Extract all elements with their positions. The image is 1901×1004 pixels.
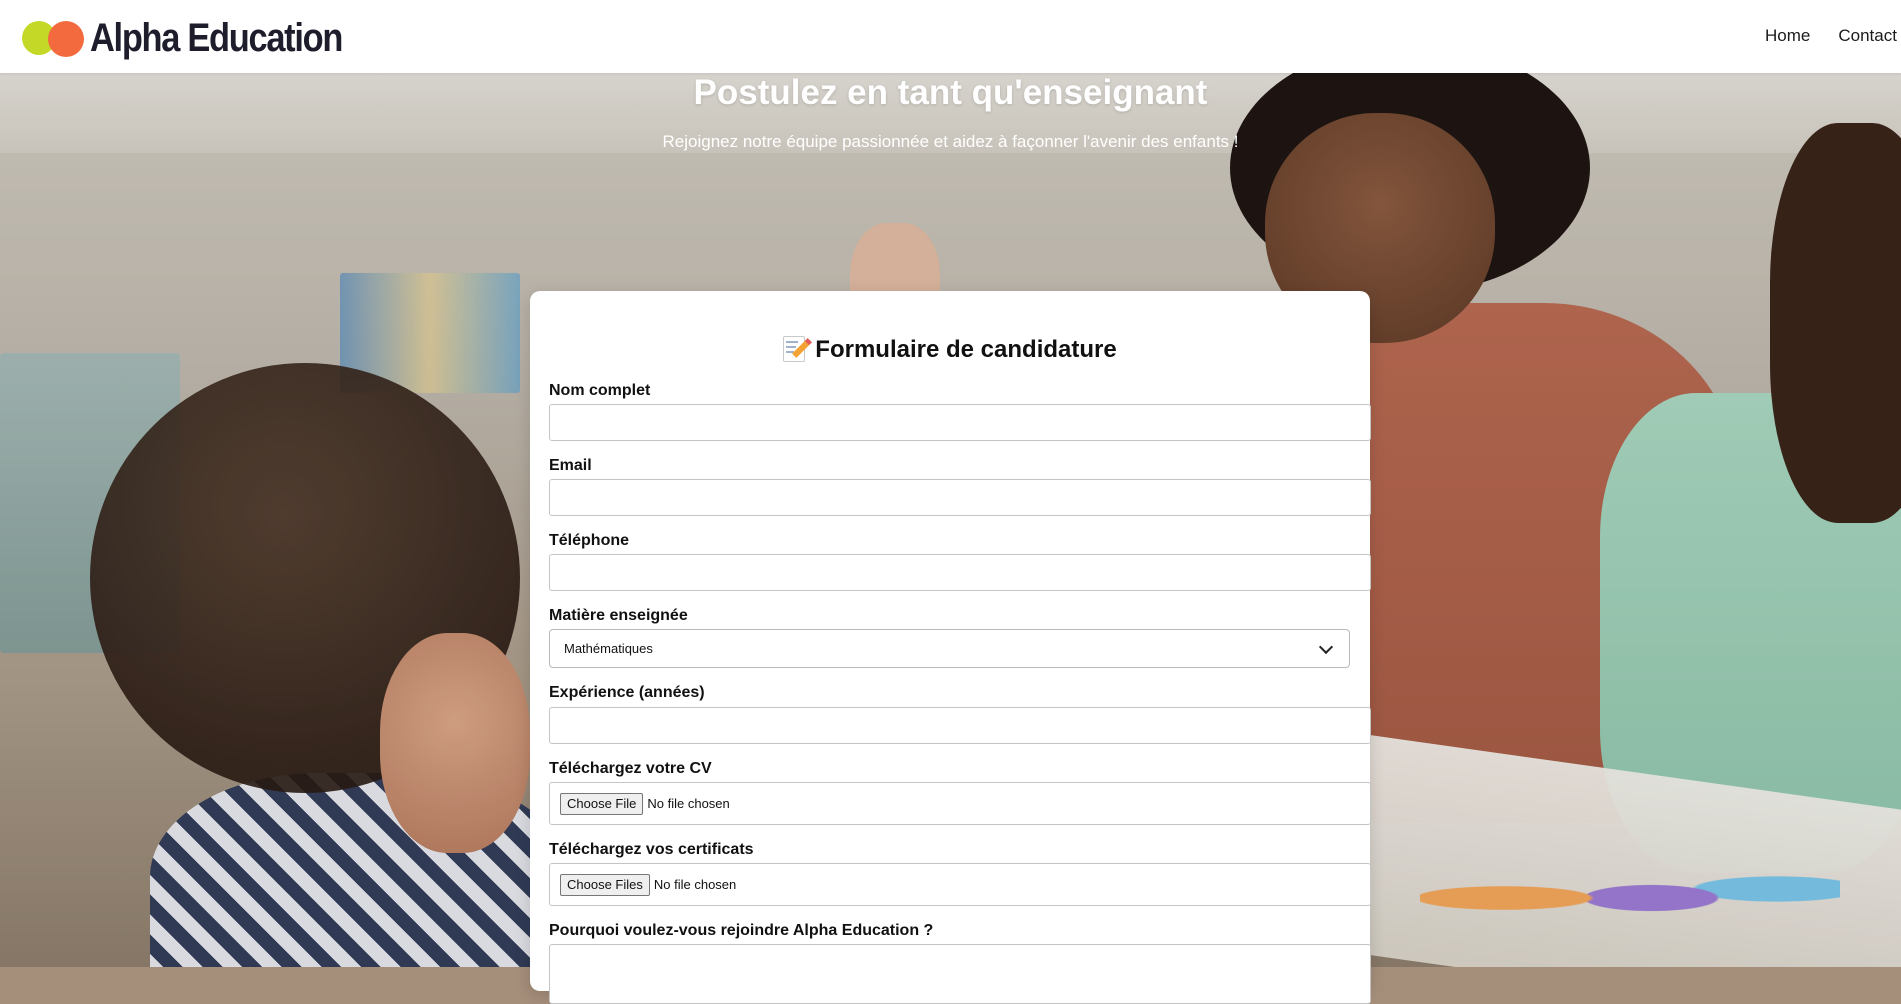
name-label: Nom complet xyxy=(549,382,651,399)
hero-title: Postulez en tant qu'enseignant xyxy=(693,73,1208,112)
email-label: Email xyxy=(549,457,592,474)
brand-name: Alpha Education xyxy=(90,15,343,60)
logo-mark-icon xyxy=(22,19,86,57)
nav-link-home[interactable]: Home xyxy=(1765,26,1810,46)
phone-field[interactable] xyxy=(549,554,1371,591)
phone-label: Téléphone xyxy=(549,532,630,549)
cv-file-status: No file chosen xyxy=(647,796,730,811)
form-title-text: Formulaire de candidature xyxy=(815,336,1117,363)
certificates-choose-files-button[interactable]: Choose Files xyxy=(560,873,650,896)
hero-subtitle: Rejoignez notre équipe passionnée et aid… xyxy=(662,132,1239,151)
cv-choose-file-button[interactable]: Choose File xyxy=(560,792,644,815)
name-field[interactable] xyxy=(549,404,1371,441)
cv-upload: Choose File No file chosen xyxy=(549,782,1371,825)
application-form: Formulaire de candidature Nom complet Em… xyxy=(530,291,1371,1004)
experience-label: Expérience (années) xyxy=(549,684,705,701)
certificates-upload: Choose Files No file chosen xyxy=(549,863,1371,906)
chevron-down-icon xyxy=(1318,639,1334,654)
cv-label: Téléchargez votre CV xyxy=(549,760,712,777)
main-nav: Home Contact u xyxy=(1765,26,1901,46)
nav-link-contact[interactable]: Contact u xyxy=(1838,26,1901,46)
experience-field[interactable] xyxy=(549,707,1371,744)
brand-logo[interactable]: Alpha Education xyxy=(22,15,383,60)
certificates-label: Téléchargez vos certificats xyxy=(549,841,754,858)
subject-label: Matière enseignée xyxy=(549,607,688,624)
form-title: Formulaire de candidature xyxy=(530,335,1370,365)
motivation-field[interactable] xyxy=(549,944,1371,1004)
subject-select[interactable]: Mathématiques xyxy=(549,629,1350,668)
site-header: Alpha Education Home Contact u xyxy=(0,0,1901,73)
memo-icon xyxy=(783,336,813,362)
certificates-file-status: No file chosen xyxy=(653,877,737,892)
email-field[interactable] xyxy=(549,479,1371,516)
motivation-label: Pourquoi voulez-vous rejoindre Alpha Edu… xyxy=(549,922,934,939)
subject-selected-value: Mathématiques xyxy=(564,641,653,656)
